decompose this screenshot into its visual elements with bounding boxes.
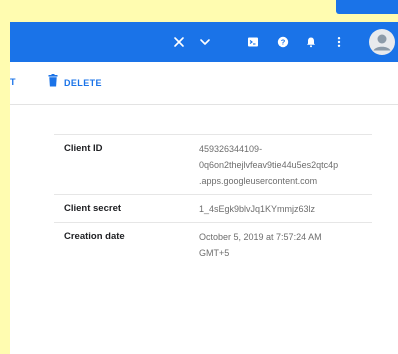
toolbar-partial-action[interactable]: T [10,77,16,87]
more-vert-icon[interactable] [328,22,350,62]
notifications-icon[interactable] [300,22,322,62]
svg-text:?: ? [281,38,286,47]
creation-date-line-1: October 5, 2019 at 7:57:24 AM [199,232,322,242]
client-details-table: Client ID 459326344109- 0q6on2thejlvfeav… [54,134,372,266]
action-toolbar: T DELETE [10,62,398,105]
client-id-line-3: .apps.googleusercontent.com [199,176,318,186]
client-secret-label: Client secret [64,203,122,214]
delete-button[interactable]: DELETE [48,71,102,95]
client-id-line-2: 0q6on2thejlvfeav9tie44u5es2qtc4p [199,160,339,170]
detail-row-creation-date: Creation date October 5, 2019 at 7:57:24… [54,222,372,266]
creation-date-line-2: GMT+5 [199,248,230,258]
client-id-value: 459326344109- 0q6on2thejlvfeav9tie44u5es… [199,141,372,189]
help-icon[interactable]: ? [272,22,294,62]
close-icon[interactable] [168,22,190,62]
client-id-label: Client ID [64,143,103,154]
account-avatar-icon[interactable] [366,22,398,62]
console-app: ? T DELETE Client ID 459326344109- 0q6on… [10,0,398,354]
delete-label: DELETE [64,78,102,88]
trash-icon [48,74,58,92]
detail-row-client-id: Client ID 459326344109- 0q6on2thejlvfeav… [54,134,372,194]
detail-row-client-secret: Client secret 1_4sEgk9blvJq1KYmmjz63lz [54,194,372,222]
client-secret-value: 1_4sEgk9blvJq1KYmmjz63lz [199,201,372,217]
console-header: ? [10,22,398,62]
client-id-line-1: 459326344109- [199,144,263,154]
app-top-strip [10,0,398,22]
creation-date-value: October 5, 2019 at 7:57:24 AM GMT+5 [199,229,372,261]
chevron-down-icon[interactable] [194,22,216,62]
tab-edge [336,0,398,14]
cloud-shell-icon[interactable] [242,22,264,62]
client-secret-line-1: 1_4sEgk9blvJq1KYmmjz63lz [199,204,316,214]
creation-date-label: Creation date [64,231,125,242]
